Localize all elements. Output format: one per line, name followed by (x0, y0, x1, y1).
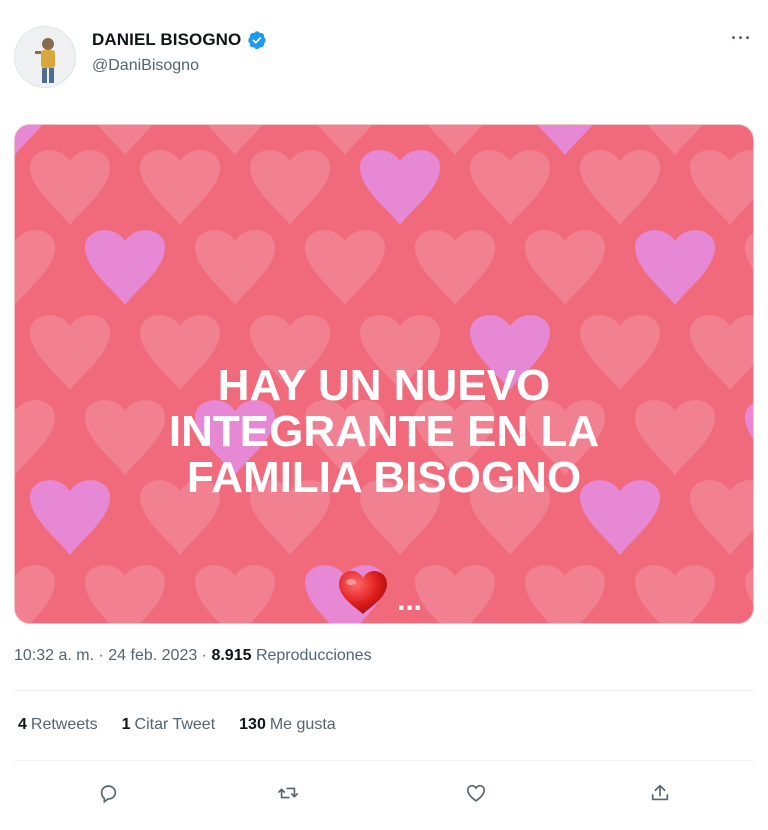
tweet-media-image[interactable]: HAY UN NUEVO INTEGRANTE EN LA FAMILIA BI… (14, 124, 754, 624)
share-icon (651, 784, 669, 801)
tweet-header: DANIEL BISOGNO @DaniBisogno ··· (12, 22, 756, 92)
avatar[interactable] (14, 26, 76, 88)
name-row: DANIEL BISOGNO (92, 30, 267, 50)
tweet-meta: 10:32 a. m. · 24 feb. 2023 · 8.915 Repro… (14, 647, 372, 665)
reply-button[interactable] (88, 773, 128, 813)
likes-stat[interactable]: 130 Me gusta (239, 716, 336, 734)
like-button[interactable] (456, 773, 496, 813)
divider (14, 760, 754, 761)
meta-separator: · (197, 647, 212, 664)
views-count: 8.915 (211, 647, 252, 664)
retweets-count: 4 (18, 716, 27, 733)
more-options-icon[interactable]: ··· (731, 28, 752, 49)
retweet-icon (278, 787, 298, 799)
avatar-image (15, 27, 75, 87)
red-heart-icon (339, 571, 387, 614)
quotes-stat[interactable]: 1 Citar Tweet (122, 716, 216, 734)
quotes-label: Citar Tweet (134, 716, 216, 733)
tweet-time[interactable]: 10:32 a. m. (14, 647, 94, 664)
tweet-actions (0, 773, 768, 813)
media-headline: HAY UN NUEVO INTEGRANTE EN LA FAMILIA BI… (15, 363, 753, 500)
tweet-stats: 4 Retweets 1 Citar Tweet 130 Me gusta (18, 716, 336, 734)
verified-badge-icon (248, 31, 267, 50)
user-handle[interactable]: @DaniBisogno (92, 57, 199, 75)
headline-line: HAY UN NUEVO (217, 361, 551, 410)
reply-icon (100, 785, 117, 804)
meta-separator: · (94, 647, 109, 664)
display-name[interactable]: DANIEL BISOGNO (92, 30, 241, 50)
share-button[interactable] (640, 773, 680, 813)
headline-line: FAMILIA BISOGNO (186, 452, 582, 502)
likes-label: Me gusta (269, 716, 336, 733)
media-emoji-row: ... (337, 570, 422, 616)
likes-count: 130 (239, 716, 266, 733)
media-trailing-dots: ... (397, 584, 423, 617)
like-icon (466, 784, 486, 802)
retweet-button[interactable] (268, 773, 308, 813)
views-label: Reproducciones (255, 647, 372, 664)
quotes-count: 1 (121, 716, 131, 733)
headline-line: INTEGRANTE EN LA (168, 406, 600, 456)
tweet-date[interactable]: 24 feb. 2023 (108, 647, 197, 664)
divider (14, 690, 754, 691)
retweets-label: Retweets (30, 716, 98, 733)
retweets-stat[interactable]: 4 Retweets (18, 716, 98, 734)
